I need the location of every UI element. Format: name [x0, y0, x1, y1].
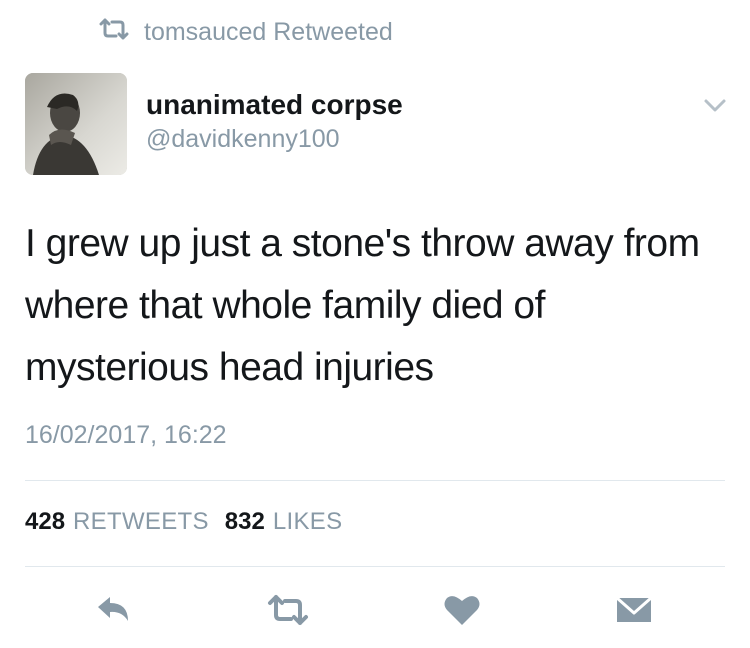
- likes-label: LIKES: [272, 508, 343, 535]
- likes-stat[interactable]: 832 LIKES: [225, 508, 343, 536]
- retweets-stat[interactable]: 428 RETWEETS: [25, 508, 209, 536]
- user-handle[interactable]: @davidkenny100: [146, 123, 403, 155]
- tweet-card: tomsauced Retweeted unanimated corpse @d…: [0, 0, 750, 648]
- retweet-icon: [98, 18, 130, 47]
- reply-button[interactable]: [92, 590, 136, 630]
- retweet-icon: [268, 595, 308, 625]
- retweet-context[interactable]: tomsauced Retweeted: [98, 18, 393, 47]
- retweet-button[interactable]: [266, 590, 310, 630]
- display-name[interactable]: unanimated corpse: [146, 88, 403, 122]
- avatar[interactable]: [25, 73, 127, 175]
- retweets-count: 428: [25, 508, 66, 535]
- retweet-context-text: tomsauced Retweeted: [144, 18, 393, 46]
- avatar-photo: [25, 73, 127, 175]
- retweets-label: RETWEETS: [73, 508, 209, 535]
- divider: [25, 480, 725, 481]
- direct-message-button[interactable]: [612, 590, 656, 630]
- tweet-timestamp: 16/02/2017, 16:22: [25, 421, 227, 449]
- tweet-stats: 428 RETWEETS 832 LIKES: [25, 508, 342, 536]
- tweet-actions: [0, 590, 750, 630]
- chevron-down-icon[interactable]: [700, 96, 730, 116]
- reply-icon: [98, 597, 128, 621]
- tweet-text: I grew up just a stone's throw away from…: [25, 222, 700, 389]
- likes-count: 832: [224, 508, 265, 535]
- heart-icon: [444, 596, 480, 625]
- divider: [25, 566, 725, 567]
- user-info: unanimated corpse @davidkenny100: [146, 88, 403, 155]
- envelope-icon: [616, 596, 652, 622]
- like-button[interactable]: [440, 590, 484, 630]
